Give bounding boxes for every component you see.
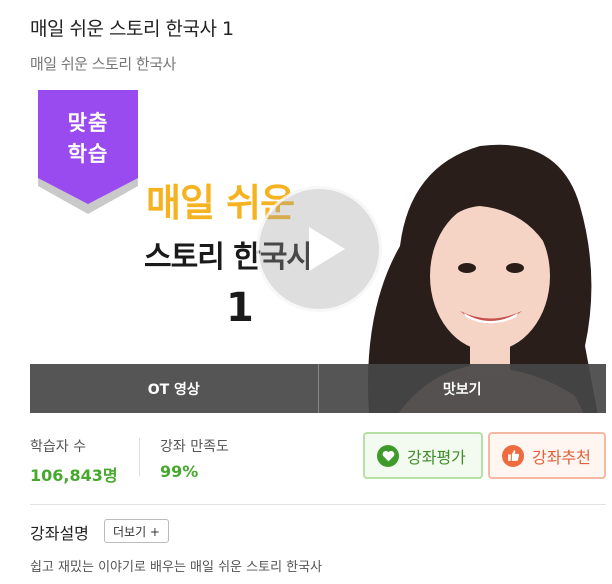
course-subtitle: 매일 쉬운 스토리 한국사 — [30, 55, 176, 73]
recommend-course-label: 강좌추천 — [532, 447, 591, 467]
section-divider — [30, 504, 606, 505]
learner-count-label: 학습자 수 — [30, 439, 86, 455]
play-button[interactable] — [256, 186, 382, 312]
course-thumbnail: 맞춤 학습 매일 쉬운 스토리 한국사 1 OT 영상 맛보기 — [30, 90, 606, 413]
rate-course-label: 강좌평가 — [407, 447, 466, 467]
rate-course-button[interactable]: 강좌평가 — [363, 432, 483, 479]
recommend-course-button[interactable]: 강좌추천 — [488, 432, 606, 479]
learner-count-stat: 학습자 수 106,843명 — [30, 436, 118, 486]
description-title: 강좌설명 — [30, 524, 89, 543]
play-icon — [309, 227, 345, 271]
badge-label: 맞춤 학습 — [67, 111, 109, 166]
stat-divider — [139, 438, 140, 476]
preview-button[interactable]: 맛보기 — [318, 364, 606, 413]
heart-icon — [377, 444, 399, 467]
satisfaction-stat: 강좌 만족도 99% — [160, 436, 229, 481]
course-title: 매일 쉬운 스토리 한국사 1 — [30, 18, 234, 40]
video-button-bar: OT 영상 맛보기 — [30, 364, 606, 413]
thumbs-up-icon — [502, 444, 524, 467]
more-button[interactable]: 더보기 + — [104, 519, 169, 543]
description-text: 쉽고 재밌는 이야기로 배우는 매일 쉬운 스토리 한국사 — [30, 560, 323, 575]
learner-count-value: 106,843명 — [30, 466, 118, 485]
ot-video-button[interactable]: OT 영상 — [30, 364, 319, 413]
course-volume-number: 1 — [226, 285, 254, 331]
satisfaction-value: 99% — [160, 462, 199, 481]
satisfaction-label: 강좌 만족도 — [160, 439, 229, 455]
